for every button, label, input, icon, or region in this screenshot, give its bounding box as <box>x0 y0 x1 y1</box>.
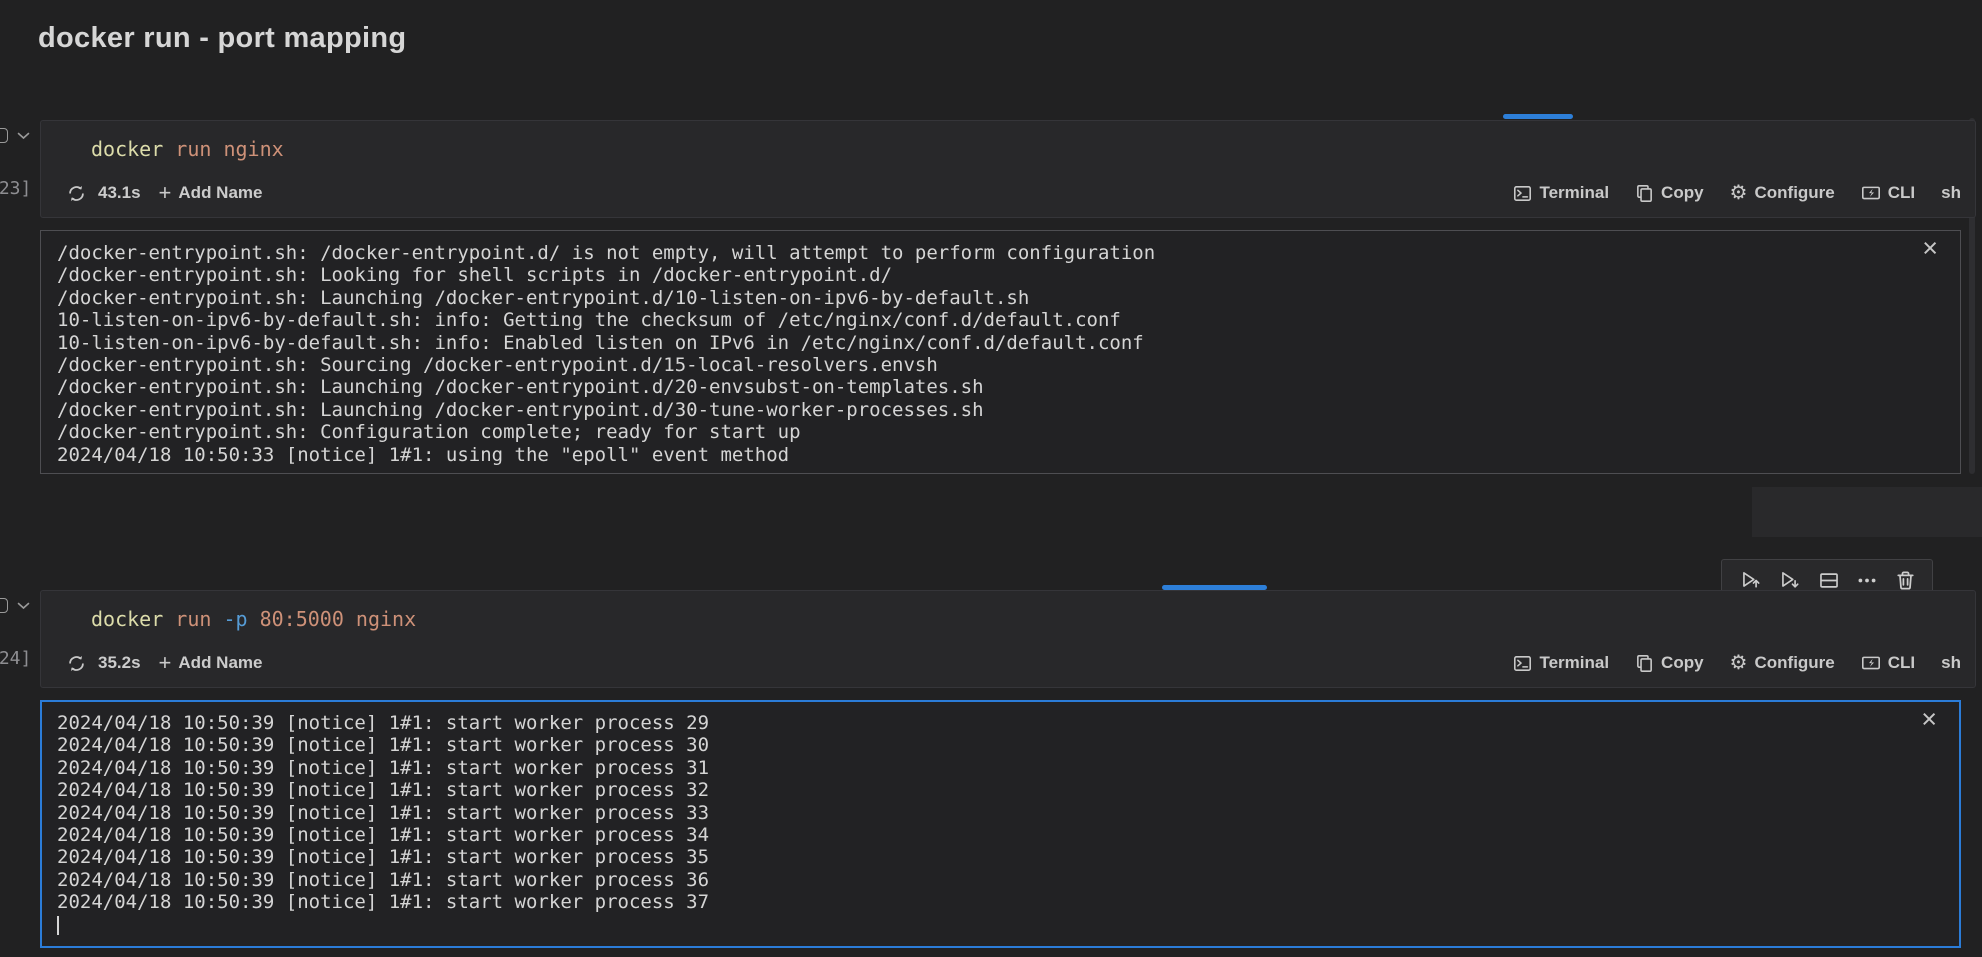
log-line: 2024/04/18 10:50:39 [notice] 1#1: start … <box>57 712 1920 734</box>
cell-status-bar: 35.2s + Add Name Terminal Copy ⚙ Configu… <box>41 643 1975 683</box>
copy-button[interactable]: Copy <box>1635 183 1704 203</box>
log-line: 2024/04/18 10:50:39 [notice] 1#1: start … <box>57 734 1920 756</box>
cell-handle-icon[interactable] <box>0 128 8 143</box>
chevron-down-icon[interactable] <box>16 130 31 142</box>
execution-count: [24] <box>0 648 31 669</box>
add-name-label: Add Name <box>178 653 262 673</box>
configure-button[interactable]: ⚙ Configure <box>1730 183 1835 203</box>
log-line: /docker-entrypoint.sh: Launching /docker… <box>57 399 1920 421</box>
notebook-page: docker run - port mapping [23] docker ru… <box>0 0 1982 957</box>
code-cell: docker run nginx 43.1s + Add Name Termin… <box>40 120 1976 218</box>
plus-icon: + <box>159 652 172 674</box>
close-output-icon[interactable]: × <box>1922 235 1938 262</box>
add-name-label: Add Name <box>178 183 262 203</box>
gear-icon: ⚙ <box>1730 653 1748 673</box>
log-line: 2024/04/18 10:50:39 [notice] 1#1: start … <box>57 757 1920 779</box>
execution-duration: 43.1s <box>98 183 141 203</box>
gear-icon: ⚙ <box>1730 183 1748 203</box>
cell-output[interactable]: /docker-entrypoint.sh: /docker-entrypoin… <box>40 230 1961 474</box>
log-line: /docker-entrypoint.sh: Looking for shell… <box>57 264 1920 286</box>
cell-handle-icon[interactable] <box>0 598 8 613</box>
copy-icon <box>1635 654 1654 673</box>
code-cell: docker run -p 80:5000 nginx 35.2s + Add … <box>40 590 1976 688</box>
log-line: 2024/04/18 10:50:39 [notice] 1#1: start … <box>57 846 1920 868</box>
add-name-button[interactable]: + Add Name <box>159 182 263 204</box>
cell-toolbar: Terminal Copy ⚙ Configure CLI sh <box>1513 173 1961 213</box>
terminal-button[interactable]: Terminal <box>1513 653 1609 673</box>
run-above-button[interactable] <box>1739 569 1762 591</box>
copy-icon <box>1635 184 1654 203</box>
run-below-icon <box>1778 569 1801 591</box>
terminal-button[interactable]: Terminal <box>1513 183 1609 203</box>
trash-icon <box>1895 570 1916 591</box>
cli-button[interactable]: CLI <box>1861 183 1915 203</box>
more-actions-button[interactable] <box>1856 570 1878 591</box>
run-below-button[interactable] <box>1778 569 1801 591</box>
cli-icon <box>1861 184 1881 203</box>
log-lines: /docker-entrypoint.sh: /docker-entrypoin… <box>57 242 1920 466</box>
plus-icon: + <box>159 182 172 204</box>
execution-duration: 35.2s <box>98 653 141 673</box>
kernel-shell-label[interactable]: sh <box>1941 183 1961 203</box>
sync-icon <box>67 654 86 673</box>
chevron-down-icon[interactable] <box>16 600 31 612</box>
cli-button[interactable]: CLI <box>1861 653 1915 673</box>
log-line: /docker-entrypoint.sh: Launching /docker… <box>57 287 1920 309</box>
close-output-icon[interactable]: × <box>1921 706 1937 733</box>
cell-status-bar: 43.1s + Add Name Terminal Copy ⚙ Configu… <box>41 173 1975 213</box>
log-line: /docker-entrypoint.sh: Configuration com… <box>57 421 1920 443</box>
code-editor-line[interactable]: docker run -p 80:5000 nginx <box>91 605 416 633</box>
configure-button[interactable]: ⚙ Configure <box>1730 653 1835 673</box>
copy-button[interactable]: Copy <box>1635 653 1704 673</box>
page-title: docker run - port mapping <box>38 22 406 55</box>
split-cell-icon <box>1818 570 1840 591</box>
log-line: /docker-entrypoint.sh: Sourcing /docker-… <box>57 354 1920 376</box>
cell-output-focused[interactable]: 2024/04/18 10:50:39 [notice] 1#1: start … <box>40 700 1961 948</box>
cell-progress-indicator-top <box>1503 114 1573 119</box>
terminal-icon <box>1513 654 1532 673</box>
log-line: /docker-entrypoint.sh: Launching /docker… <box>57 376 1920 398</box>
split-cell-button[interactable] <box>1818 570 1840 591</box>
log-line: /docker-entrypoint.sh: /docker-entrypoin… <box>57 242 1920 264</box>
ellipsis-icon <box>1856 570 1878 591</box>
log-line: 10-listen-on-ipv6-by-default.sh: info: E… <box>57 332 1920 354</box>
execution-count: [23] <box>0 178 31 199</box>
log-line: 2024/04/18 10:50:39 [notice] 1#1: start … <box>57 779 1920 801</box>
terminal-icon <box>1513 184 1532 203</box>
add-name-button[interactable]: + Add Name <box>159 652 263 674</box>
code-editor-line[interactable]: docker run nginx <box>91 135 284 163</box>
cli-icon <box>1861 654 1881 673</box>
log-lines: 2024/04/18 10:50:39 [notice] 1#1: start … <box>57 712 1920 914</box>
log-line: 2024/04/18 10:50:39 [notice] 1#1: start … <box>57 891 1920 913</box>
cell-hover-region <box>1752 487 1982 537</box>
kernel-shell-label[interactable]: sh <box>1941 653 1961 673</box>
log-line: 2024/04/18 10:50:33 [notice] 1#1: using … <box>57 444 1920 466</box>
cell-toolbar: Terminal Copy ⚙ Configure CLI sh <box>1513 643 1961 683</box>
sync-icon <box>67 184 86 203</box>
log-line: 2024/04/18 10:50:39 [notice] 1#1: start … <box>57 869 1920 891</box>
delete-cell-button[interactable] <box>1895 570 1916 591</box>
log-line: 2024/04/18 10:50:39 [notice] 1#1: start … <box>57 802 1920 824</box>
log-line: 10-listen-on-ipv6-by-default.sh: info: G… <box>57 309 1920 331</box>
terminal-caret <box>57 916 59 935</box>
log-line: 2024/04/18 10:50:39 [notice] 1#1: start … <box>57 824 1920 846</box>
run-above-icon <box>1739 569 1762 591</box>
